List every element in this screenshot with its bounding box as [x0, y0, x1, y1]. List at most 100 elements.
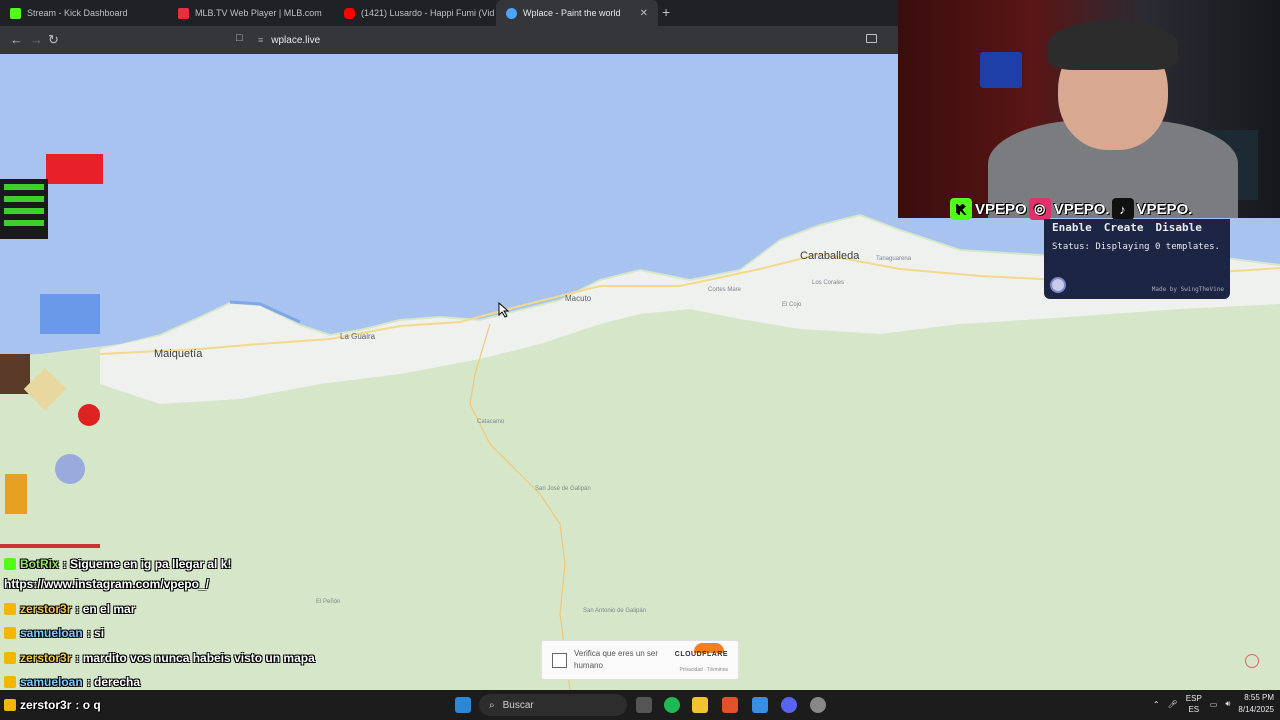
chat-message: zerstor3r : mardito vos nunca habeis vis… — [4, 650, 315, 666]
bookmark-icon[interactable]: □ — [236, 32, 243, 44]
tray-chevron-icon[interactable]: ⌃ — [1153, 700, 1160, 709]
pixel-art-light-circle — [55, 454, 85, 484]
chat-badge-icon — [4, 558, 16, 570]
clock-time: 8:55 PM — [1244, 693, 1274, 702]
system-tray: ⌃ 🎤︎ ESP ES ▭ 🔊︎ 8:55 PM 8/14/2025 — [1153, 692, 1274, 716]
template-buttons: Enable Create Disable — [1052, 221, 1202, 234]
captcha-checkbox[interactable] — [552, 653, 567, 668]
mlb-favicon-icon — [178, 7, 189, 19]
language-indicator[interactable]: ESP ES — [1186, 693, 1202, 715]
language-code: ESP — [1185, 694, 1202, 703]
reload-icon[interactable]: ↻ — [48, 32, 59, 48]
chat-username: samueloan — [20, 675, 83, 689]
chat-username: zerstor3r — [20, 602, 72, 616]
tab-youtube-video[interactable]: (1421) Lusardo - Happi Fumi (Video — [334, 0, 494, 26]
kick-logo-icon: K — [950, 198, 972, 220]
tab-label: MLB.TV Web Player | MLB.com — [195, 8, 322, 18]
tab-kick-dashboard[interactable]: Stream - Kick Dashboard — [0, 0, 168, 26]
chat-username: zerstor3r — [20, 698, 72, 712]
map-label-macuto: Macuto — [565, 294, 592, 303]
forward-arrow-icon[interactable]: → — [30, 32, 43, 47]
chat-username: BotRix — [20, 557, 59, 571]
address-bar[interactable]: ≡ wplace.live — [258, 32, 320, 48]
blue-marble-logo-icon[interactable] — [1050, 277, 1066, 293]
browser-toolbar: ← → ↻ □ ≡ wplace.live — [0, 26, 900, 54]
chat-text: : en el mar — [75, 602, 136, 616]
back-arrow-icon[interactable]: ← — [10, 32, 23, 47]
tab-label: Stream - Kick Dashboard — [27, 8, 128, 18]
template-credit: Made by SwingTheVine — [1151, 286, 1224, 293]
clock-date: 8/14/2025 — [1238, 705, 1274, 714]
pixel-art-red-block — [46, 154, 103, 184]
map-label-los-corales: Los Corales — [812, 280, 845, 286]
pixel-art-green-text — [4, 220, 44, 226]
social-handle: VPEPO. — [1053, 200, 1110, 218]
target-icon[interactable] — [1245, 654, 1259, 668]
map-label-la-guaira: La Guaira — [340, 332, 376, 341]
map-label-maiquetia: Maiquetía — [154, 348, 203, 360]
social-instagram: ◎ VPEPO. — [1028, 198, 1110, 220]
social-kick: K VPEPO — [950, 198, 1027, 220]
taskbar-search[interactable]: ⌕ Buscar — [479, 694, 627, 716]
tab-wplace[interactable]: Wplace - Paint the world ✕ — [496, 0, 658, 26]
map-label-el-cojo: El Cojo — [782, 302, 802, 308]
pixel-art-diamond — [23, 367, 67, 411]
discord-icon[interactable] — [781, 697, 797, 713]
spotify-icon[interactable] — [664, 697, 680, 713]
volume-icon[interactable]: 🔊︎ — [1225, 699, 1230, 709]
chat-message: https://www.instagram.com/vpepo_/ — [4, 576, 209, 592]
microphone-icon[interactable]: 🎤︎ — [1168, 700, 1178, 709]
chat-text: : o q — [75, 698, 101, 712]
chat-text: https://www.instagram.com/vpepo_/ — [4, 577, 209, 591]
clock[interactable]: 8:55 PM 8/14/2025 — [1238, 692, 1274, 716]
cloudflare-brand: CLOUDFLARE — [674, 651, 728, 658]
windows-taskbar: ⌕ Buscar ⌃ 🎤︎ ESP ES ▭ 🔊︎ 8:55 PM 8/14/2… — [0, 690, 1280, 720]
search-icon: ⌕ — [489, 699, 495, 711]
chat-message: BotRix : Sigueme en ig pa llegar al k! — [4, 556, 231, 572]
social-handle: VPEPO — [975, 200, 1027, 218]
settings-icon[interactable] — [810, 697, 826, 713]
webcam-feed — [898, 0, 1280, 218]
webcam-streamer-hat — [1048, 20, 1178, 70]
taskbar-search-label: Buscar — [502, 699, 534, 711]
disable-button[interactable]: Disable — [1156, 221, 1202, 234]
map-label-el-penon: El Peñón — [316, 599, 341, 605]
social-tiktok: ♪ VPEPO. — [1111, 198, 1192, 220]
screen-cast-icon[interactable] — [866, 34, 877, 43]
chat-message: zerstor3r : en el mar — [4, 601, 135, 617]
create-button[interactable]: Create — [1104, 221, 1144, 234]
pixel-art-green-text — [4, 184, 44, 190]
youtube-favicon-icon — [344, 7, 355, 19]
instagram-logo-icon: ◎ — [1028, 198, 1051, 220]
captcha-links[interactable]: Privacidad · Términos — [679, 667, 728, 673]
chat-badge-icon — [4, 676, 16, 688]
url-text: wplace.live — [271, 34, 321, 46]
pixel-art-blue-shape — [40, 294, 100, 334]
tab-mlb-tv[interactable]: MLB.TV Web Player | MLB.com — [168, 0, 334, 26]
new-tab-button[interactable]: + — [662, 4, 670, 20]
task-view-icon[interactable] — [636, 697, 652, 713]
chat-username: zerstor3r — [20, 651, 72, 665]
kick-favicon-icon — [10, 7, 21, 19]
map-label-tanaguarena: Tanaguarena — [876, 256, 912, 262]
brave-browser-icon[interactable] — [722, 697, 738, 713]
close-tab-icon[interactable]: ✕ — [640, 8, 648, 19]
template-status: Status: Displaying 0 templates. — [1052, 242, 1220, 252]
site-info-icon[interactable]: ≡ — [258, 35, 263, 45]
chat-text: : derecha — [86, 675, 141, 689]
chat-badge-icon — [4, 652, 16, 664]
enable-button[interactable]: Enable — [1052, 221, 1092, 234]
chat-badge-icon — [4, 627, 16, 639]
webcam-monitor — [980, 52, 1022, 88]
app-icon[interactable] — [752, 697, 768, 713]
pixel-art-green-text — [4, 208, 44, 214]
file-explorer-icon[interactable] — [692, 697, 708, 713]
windows-start-icon[interactable] — [455, 697, 471, 713]
monitor-icon[interactable]: ▭ — [1210, 700, 1218, 709]
map-label-san-antonio-de-galipan: San Antonio de Galipán — [583, 608, 647, 614]
chat-badge-icon — [4, 699, 16, 711]
map-label-cortes-mare: Cortes Mare — [708, 287, 742, 293]
pixel-art-orange-shape — [5, 474, 27, 514]
tiktok-logo-icon: ♪ — [1111, 198, 1134, 220]
map-label-catacamo: Catacamo — [477, 419, 505, 425]
